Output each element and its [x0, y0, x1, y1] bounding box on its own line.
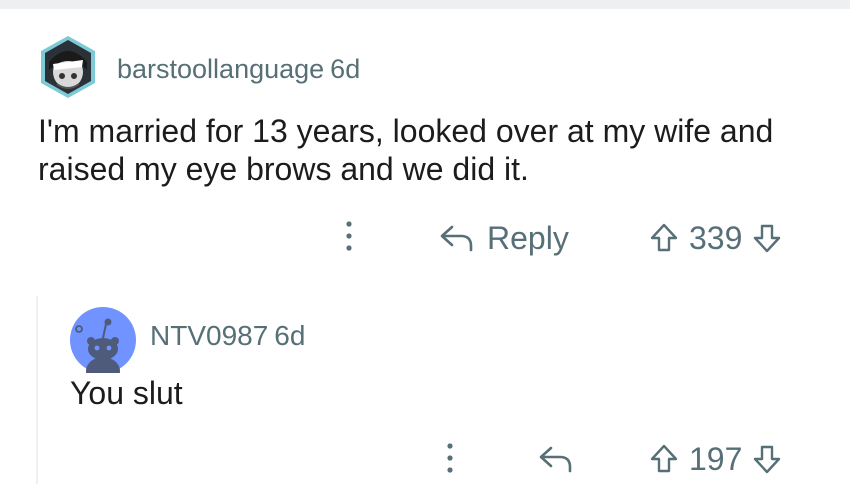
more-vertical-icon [447, 443, 453, 473]
avatar[interactable] [35, 34, 101, 100]
reply-label: Reply [487, 219, 569, 256]
username[interactable]: barstoollanguage [117, 54, 324, 84]
downvote-icon[interactable] [752, 443, 782, 475]
top-divider-bar [0, 0, 850, 9]
avatar[interactable] [70, 307, 136, 385]
vote-score: 339 [689, 219, 743, 256]
more-options-button[interactable] [437, 441, 463, 475]
more-vertical-icon [346, 221, 352, 251]
upvote-icon[interactable] [649, 443, 679, 475]
comment-body: You slut [70, 375, 183, 411]
reply-arrow-icon [538, 444, 574, 474]
vote-score: 197 [689, 440, 743, 477]
vote-controls: 339 [649, 218, 782, 258]
thread-line[interactable] [36, 296, 38, 484]
vote-controls: 197 [649, 439, 782, 479]
comment-meta: barstoollanguage 6d [117, 52, 360, 86]
upvote-icon[interactable] [649, 222, 679, 254]
comment-meta: NTV0987 6d [150, 319, 305, 353]
timestamp: 6d [330, 54, 361, 84]
reply-button[interactable] [538, 439, 574, 479]
more-options-button[interactable] [336, 219, 362, 253]
timestamp: 6d [274, 320, 306, 351]
comment-body: I'm married for 13 years, looked over at… [38, 113, 774, 187]
reply-arrow-icon [439, 223, 475, 253]
username[interactable]: NTV0987 [150, 320, 268, 351]
reply-button[interactable]: Reply [439, 218, 569, 258]
downvote-icon[interactable] [752, 222, 782, 254]
